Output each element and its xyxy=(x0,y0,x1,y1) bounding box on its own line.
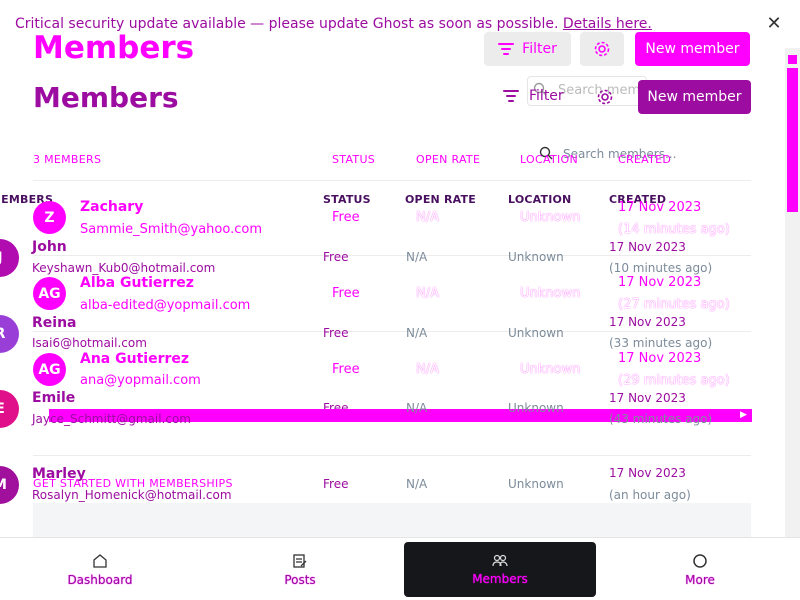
chevron-right-icon: ▶ xyxy=(740,410,747,420)
divider xyxy=(33,180,751,181)
member-open-rate: N/A xyxy=(416,362,439,377)
member-status: Free xyxy=(323,250,349,264)
avatar: Z xyxy=(33,201,66,234)
member-created-ago: (33 minutes ago) xyxy=(609,336,713,350)
nav-item-posts[interactable]: Posts xyxy=(204,542,396,597)
member-location: Unknown xyxy=(508,250,564,264)
member-email: Isai6@hotmail.com xyxy=(32,336,147,350)
member-name: Zachary xyxy=(80,199,144,215)
filter-button[interactable]: Filter xyxy=(503,88,564,104)
avatar: E xyxy=(0,390,19,428)
member-created: 17 Nov 2023 xyxy=(609,315,686,329)
member-location: Unknown xyxy=(508,477,564,491)
home-icon xyxy=(93,553,107,568)
member-created-ago: (43 minutes ago) xyxy=(609,412,713,426)
nav-label: Posts xyxy=(284,572,316,587)
avatar: M xyxy=(0,466,19,504)
member-open-rate: N/A xyxy=(416,210,439,225)
divider xyxy=(33,455,751,456)
member-email: Sammie_Smith@yahoo.com xyxy=(80,222,262,237)
member-name: Alba Gutierrez xyxy=(80,275,194,291)
gear-icon[interactable] xyxy=(596,88,614,106)
nav-label: Members xyxy=(472,571,528,586)
get-started-heading: GET STARTED WITH MEMBERSHIPS xyxy=(33,477,233,490)
scroll-up-arrow[interactable] xyxy=(788,55,797,64)
divider xyxy=(33,255,751,256)
posts-icon xyxy=(293,553,307,568)
filter-label: Filter xyxy=(529,88,564,104)
member-location: Unknown xyxy=(508,326,564,340)
member-created-ago: (27 minutes ago) xyxy=(618,297,730,312)
nav-item-members[interactable]: Members xyxy=(404,542,596,597)
filter-icon xyxy=(503,90,519,102)
member-created-ago: (29 minutes ago) xyxy=(618,373,730,388)
member-open-rate: N/A xyxy=(416,286,439,301)
banner-details-link[interactable]: Details here. xyxy=(563,16,652,32)
new-member-button[interactable]: New member xyxy=(638,80,751,114)
member-email: ana@yopmail.com xyxy=(80,373,201,388)
member-open-rate: N/A xyxy=(406,401,428,415)
member-created: 17 Nov 2023 xyxy=(609,240,686,254)
member-open-rate: N/A xyxy=(406,326,428,340)
bottom-nav: Dashboard Posts Members More xyxy=(0,537,800,600)
member-created: 17 Nov 2023 xyxy=(618,351,702,366)
column-open-rate[interactable]: OPEN RATE xyxy=(405,193,476,206)
member-open-rate: N/A xyxy=(406,477,428,491)
more-icon xyxy=(693,553,707,568)
nav-item-dashboard[interactable]: Dashboard xyxy=(4,542,196,597)
settings-button-ghost[interactable] xyxy=(580,32,624,66)
column-status-ghost[interactable]: STATUS xyxy=(332,153,375,166)
member-created: 17 Nov 2023 xyxy=(618,275,702,290)
member-email: Rosalyn_Homenick@hotmail.com xyxy=(32,488,232,502)
nav-label: More xyxy=(685,572,715,587)
filter-label: Filter xyxy=(522,41,557,57)
column-status[interactable]: STATUS xyxy=(323,193,371,206)
nav-label: Dashboard xyxy=(67,572,133,587)
divider xyxy=(33,331,751,332)
avatar: J xyxy=(0,239,19,277)
member-location: Unknown xyxy=(520,210,581,225)
nav-item-more[interactable]: More xyxy=(604,542,796,597)
column-location-ghost[interactable]: LOCATION xyxy=(520,153,578,166)
column-created-ghost[interactable]: CREATED xyxy=(618,153,671,166)
member-email: Keyshawn_Kub0@hotmail.com xyxy=(32,261,216,275)
member-name: Emile xyxy=(32,390,76,406)
member-created: 17 Nov 2023 xyxy=(609,466,686,480)
member-location: Unknown xyxy=(520,362,581,377)
filter-icon xyxy=(498,43,515,55)
avatar: R xyxy=(0,315,19,353)
page-title-ghost: Members xyxy=(33,30,195,66)
column-open-rate-ghost[interactable]: OPEN RATE xyxy=(416,153,480,166)
member-created-ago: (an hour ago) xyxy=(609,488,691,502)
member-name: Reina xyxy=(32,315,77,331)
member-created: 17 Nov 2023 xyxy=(618,200,702,215)
member-open-rate: N/A xyxy=(406,250,428,264)
member-status: Free xyxy=(332,286,360,301)
member-status: Free xyxy=(323,477,349,491)
member-count-ghost: 3 MEMBERS xyxy=(33,153,102,166)
member-created-ago: (10 minutes ago) xyxy=(609,261,713,275)
member-status: Free xyxy=(323,326,349,340)
member-created-ago: (14 minutes ago) xyxy=(618,222,730,237)
filter-button-ghost[interactable]: Filter xyxy=(484,32,571,66)
avatar: AG xyxy=(33,277,66,310)
member-name: Ana Gutierrez xyxy=(80,351,190,367)
member-location: Unknown xyxy=(508,401,564,415)
avatar: AG xyxy=(33,353,66,386)
gear-icon xyxy=(594,41,610,57)
close-icon[interactable]: ✕ xyxy=(764,14,784,34)
member-email: alba-edited@yopmail.com xyxy=(80,298,251,313)
members-icon xyxy=(492,554,508,566)
new-member-button-ghost[interactable]: New member xyxy=(635,32,750,66)
member-status: Free xyxy=(332,210,360,225)
member-location: Unknown xyxy=(520,286,581,301)
member-name: John xyxy=(32,239,67,255)
get-started-panel xyxy=(33,503,751,537)
page-title: Members xyxy=(33,81,179,114)
member-status: Free xyxy=(332,362,360,377)
column-location[interactable]: LOCATION xyxy=(508,193,571,206)
scrollbar-thumb[interactable] xyxy=(787,68,798,212)
member-email: Jayce_Schmitt@gmail.com xyxy=(32,412,191,426)
member-created: 17 Nov 2023 xyxy=(609,391,686,405)
